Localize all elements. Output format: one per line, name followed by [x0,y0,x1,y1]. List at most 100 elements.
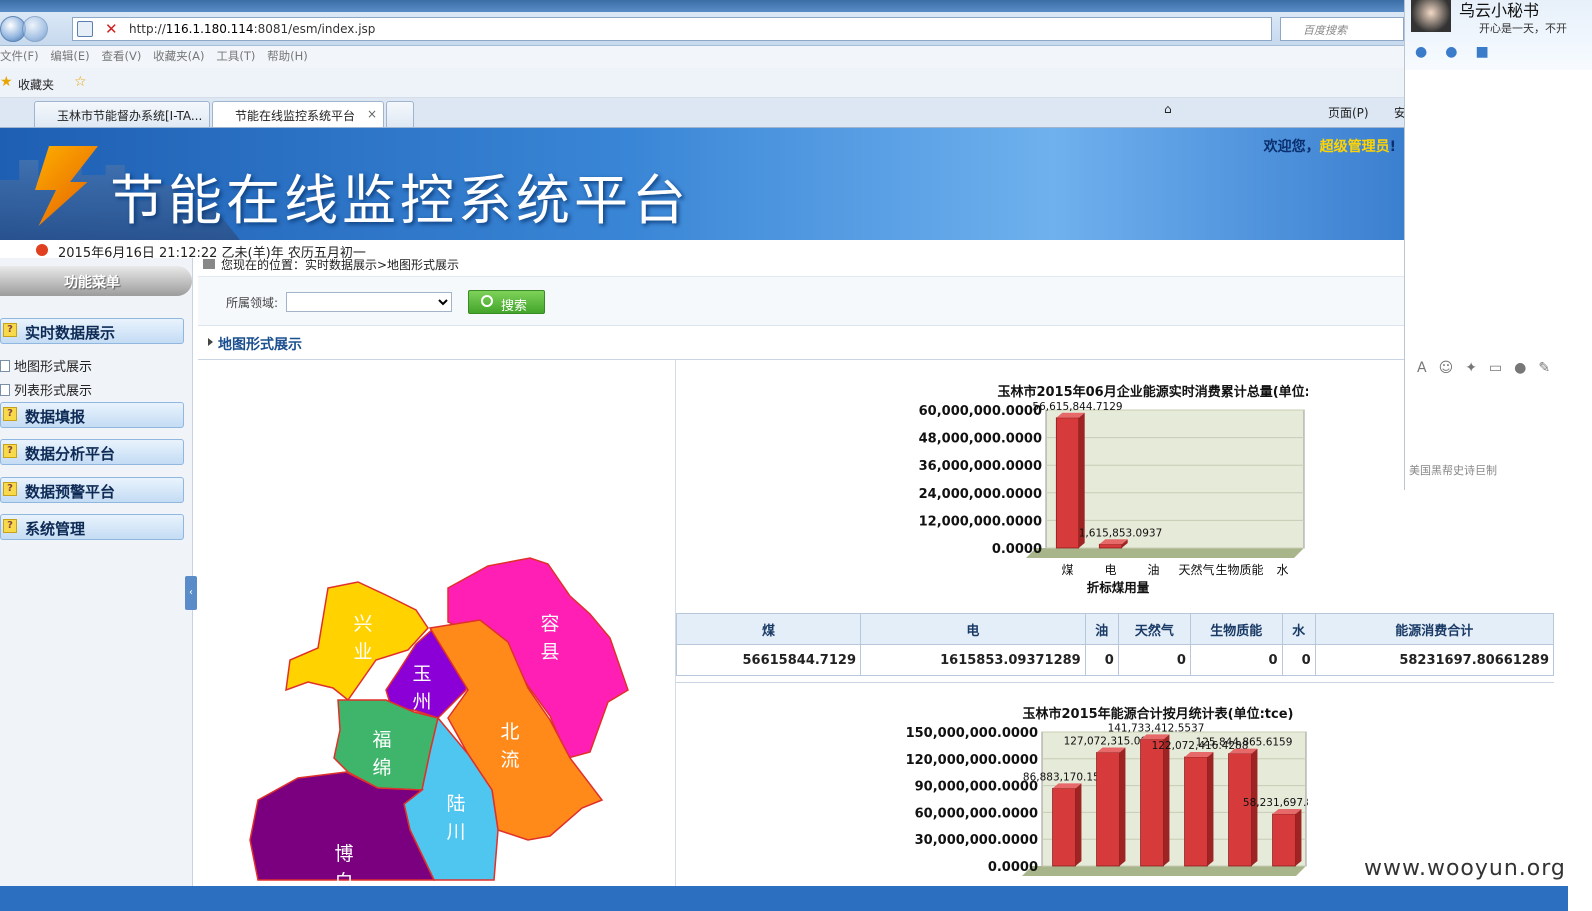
chat-header: 乌云小秘书 开心是一天，不开 ●●■ [1405,0,1592,70]
welcome-suffix: ! [1389,139,1396,155]
font-icon[interactable]: A [1417,360,1439,376]
site-favicon-icon: ✕ [105,20,118,38]
map-panel: 兴业容县玉州北流福绵陆川博白 [198,360,676,888]
avatar [1411,0,1451,32]
search-button[interactable]: 搜索 [468,290,545,314]
welcome-user: 超级管理员 [1319,139,1390,155]
chart1-svg: 玉林市2015年06月企业能源实时消费累计总量(单位:tce) 60,000,00… [919,384,1339,595]
subitem-label: 列表形式展示 [14,384,93,399]
page-icon [0,384,10,396]
summary-table: 煤 电 油 天然气 生物质能 水 能源消费合计 56615844.7129 16… [676,613,1555,676]
data-label: 1,615,853.0937 [1079,527,1163,539]
map-region-label: 北 [500,721,519,743]
menu-tools[interactable]: 工具(T) [216,46,263,64]
x-tick-label: 电 [1104,563,1116,577]
home-icon [203,259,215,269]
map-region-label: 福 [372,729,391,751]
table-cell: 0 [1084,644,1119,676]
shake-icon[interactable]: ✦ [1465,360,1489,376]
map-region-label: 业 [353,641,372,663]
map-region-label: 川 [446,821,465,843]
y-tick-label: 0.0000 [992,542,1042,557]
section-header: 地图形式展示 [198,326,1404,360]
edit-icon[interactable]: ✎ [1538,360,1562,376]
tab-monitor[interactable]: 节能在线监控系统平台 × [212,101,384,127]
x-tick-label: 天然气 [1178,562,1214,577]
sidebar-item-warning[interactable]: ? 数据预警平台 [0,477,184,503]
page-menu[interactable]: 页面(P) [1328,104,1369,121]
page-icon [0,360,10,372]
address-input[interactable]: ✕ http://116.1.180.114:8081/esm/index.js… [72,17,1272,41]
sidebar-item-analysis[interactable]: ? 数据分析平台 [0,439,184,465]
bar-side [1119,747,1126,866]
chat-toolbar: ●●■ [1415,44,1507,60]
map-region-label: 州 [412,691,431,713]
favorites-button[interactable]: 收藏夹 [18,76,54,93]
sidebar-subitem-list[interactable]: 列表形式展示 [0,380,92,399]
search-box[interactable]: 百度搜索 [1280,17,1404,41]
title-bar [0,0,1568,12]
screenshot-icon[interactable]: ▭ [1489,360,1514,376]
welcome-prefix: 欢迎您， [1263,139,1320,155]
sidebar-item-report[interactable]: ? 数据填报 [0,402,184,428]
x-tick-label: 煤 [1061,563,1073,577]
bar [1055,417,1080,549]
menu-favorites[interactable]: 收藏夹(A) [153,46,212,64]
table-cell: 0 [1117,644,1191,676]
table-row: 56615844.7129 1615853.09371289 0 0 0 0 5… [676,644,1555,676]
add-favorite-icon[interactable]: ☆ [74,74,87,90]
url-host: 116.1.180.114 [165,22,254,36]
y-tick-label: 36,000,000.0000 [919,459,1042,474]
map-region-label: 容 [540,613,559,635]
voice-icon[interactable]: ● [1514,360,1538,376]
url-prefix: http:// [129,22,166,36]
menu-view[interactable]: 查看(V) [102,46,150,64]
data-label: 125,844,865.6159 [1196,737,1293,749]
header-cell: 煤 [676,613,861,645]
menu-edit[interactable]: 编辑(E) [50,46,97,64]
plot-floor [1022,866,1306,876]
bar-side [1075,783,1082,866]
sidebar-collapse-button[interactable]: ‹ [185,576,197,610]
y-tick-label: 60,000,000.0000 [919,404,1042,419]
microphone-icon[interactable]: ● [1415,44,1445,60]
header-cell: 天然气 [1117,613,1191,645]
clock-icon [36,244,48,256]
menu-help[interactable]: 帮助(H) [267,46,316,64]
header-banner: 节能在线监控系统平台 欢迎您，超级管理员! [0,128,1404,240]
domain-select[interactable] [286,292,452,312]
sidebar-item-system[interactable]: ? 系统管理 [0,514,184,540]
system-title: 节能在线监控系统平台 [110,169,690,232]
help-icon: ? [3,407,17,421]
emoji-icon[interactable]: ☺ [1439,360,1466,376]
data-label: 141,733,412.5537 [1108,722,1205,734]
menu-file[interactable]: 文件(F) [0,46,47,64]
sidebar-title: 功能菜单 [64,275,120,291]
chat-panel: 乌云小秘书 开心是一天，不开 ●●■ A☺✦▭●✎ 美国黑帮史诗巨制 [1404,0,1592,490]
bar [1052,787,1076,867]
camera-icon[interactable]: ● [1445,44,1475,60]
sidebar-item-realtime[interactable]: ? 实时数据展示 [0,318,184,344]
header-cell: 能源消费合计 [1314,613,1555,645]
watermark: www.wooyun.org [1364,856,1566,881]
chat-ad[interactable]: 美国黑帮史诗巨制 [1409,462,1497,478]
table-cell: 58231697.80661289 [1314,644,1555,676]
sidebar-subitem-map[interactable]: 地图形式展示 [0,356,92,375]
header-cell: 油 [1084,613,1119,645]
table-cell: 1615853.09371289 [859,644,1086,676]
new-tab-button[interactable] [386,101,414,127]
bar [1096,752,1120,867]
search-button-label: 搜索 [501,299,528,314]
address-bar-row: ✕ http://116.1.180.114:8081/esm/index.js… [0,12,1568,46]
sidebar-item-label: 实时数据展示 [25,324,116,342]
screen-share-icon[interactable]: ■ [1475,44,1506,60]
y-tick-label: 0.0000 [988,860,1038,875]
home-icon[interactable]: ⌂ [1164,102,1172,116]
x-tick-label: 水 [1276,563,1288,577]
tab-close-button[interactable]: × [367,107,377,121]
forward-button[interactable] [22,16,48,42]
tab-supervision[interactable]: 玉林市节能督办系统[I-TA... [34,101,210,127]
header-cell: 水 [1281,613,1316,645]
sidebar: 功能菜单 ? 实时数据展示 地图形式展示 列表形式展示 ? 数据填报 ? 数据分析平台… [0,258,193,911]
browser-window: ✕ http://116.1.180.114:8081/esm/index.js… [0,0,1568,911]
